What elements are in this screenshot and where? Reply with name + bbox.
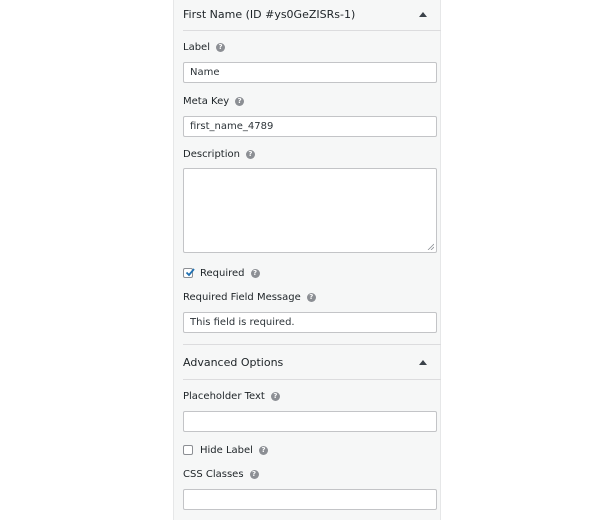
required-message-input[interactable] (183, 312, 437, 333)
field-section-header[interactable]: First Name (ID #ys0GeZISRs-1) (183, 6, 433, 22)
hide-label-checkbox-row[interactable]: Hide Label ? (183, 443, 268, 457)
caret-up-icon[interactable] (419, 11, 427, 17)
section-divider (183, 379, 441, 380)
required-message-field-label: Required Field Message ? (183, 290, 316, 304)
required-checkbox-row[interactable]: Required ? (183, 266, 260, 280)
section-divider (183, 30, 441, 31)
question-circle-icon[interactable]: ? (235, 96, 245, 106)
checkmark-icon (185, 268, 195, 277)
required-checkbox[interactable] (183, 268, 195, 278)
question-circle-icon[interactable]: ? (306, 292, 316, 302)
question-circle-icon[interactable]: ? (270, 391, 280, 401)
description-field-label: Description ? (183, 147, 255, 161)
meta-key-input[interactable] (183, 116, 437, 137)
question-circle-icon[interactable]: ? (249, 469, 259, 479)
question-circle-icon[interactable]: ? (215, 42, 225, 52)
question-circle-icon[interactable]: ? (258, 445, 268, 455)
question-circle-icon[interactable]: ? (245, 149, 255, 159)
section-divider (183, 344, 441, 345)
css-classes-input[interactable] (183, 489, 437, 510)
hide-label-checkbox[interactable] (183, 445, 193, 455)
placeholder-field-label: Placeholder Text ? (183, 389, 280, 403)
advanced-options-title: Advanced Options (183, 355, 284, 369)
field-settings-panel: First Name (ID #ys0GeZISRs-1) Label ? Me… (173, 0, 441, 520)
hide-label-label: Hide Label (200, 444, 253, 456)
label-field-label: Label ? (183, 40, 225, 54)
placeholder-text-input[interactable] (183, 411, 437, 432)
css-classes-field-label: CSS Classes ? (183, 467, 259, 481)
required-label: Required (200, 267, 245, 279)
caret-up-icon[interactable] (419, 359, 427, 365)
meta-key-field-label: Meta Key ? (183, 94, 245, 108)
resize-handle-icon[interactable] (427, 243, 434, 250)
label-input[interactable] (183, 62, 437, 83)
question-circle-icon[interactable]: ? (250, 268, 260, 278)
description-textarea[interactable] (183, 168, 437, 253)
field-section-title: First Name (ID #ys0GeZISRs-1) (183, 7, 356, 21)
advanced-options-header[interactable]: Advanced Options (183, 354, 433, 370)
